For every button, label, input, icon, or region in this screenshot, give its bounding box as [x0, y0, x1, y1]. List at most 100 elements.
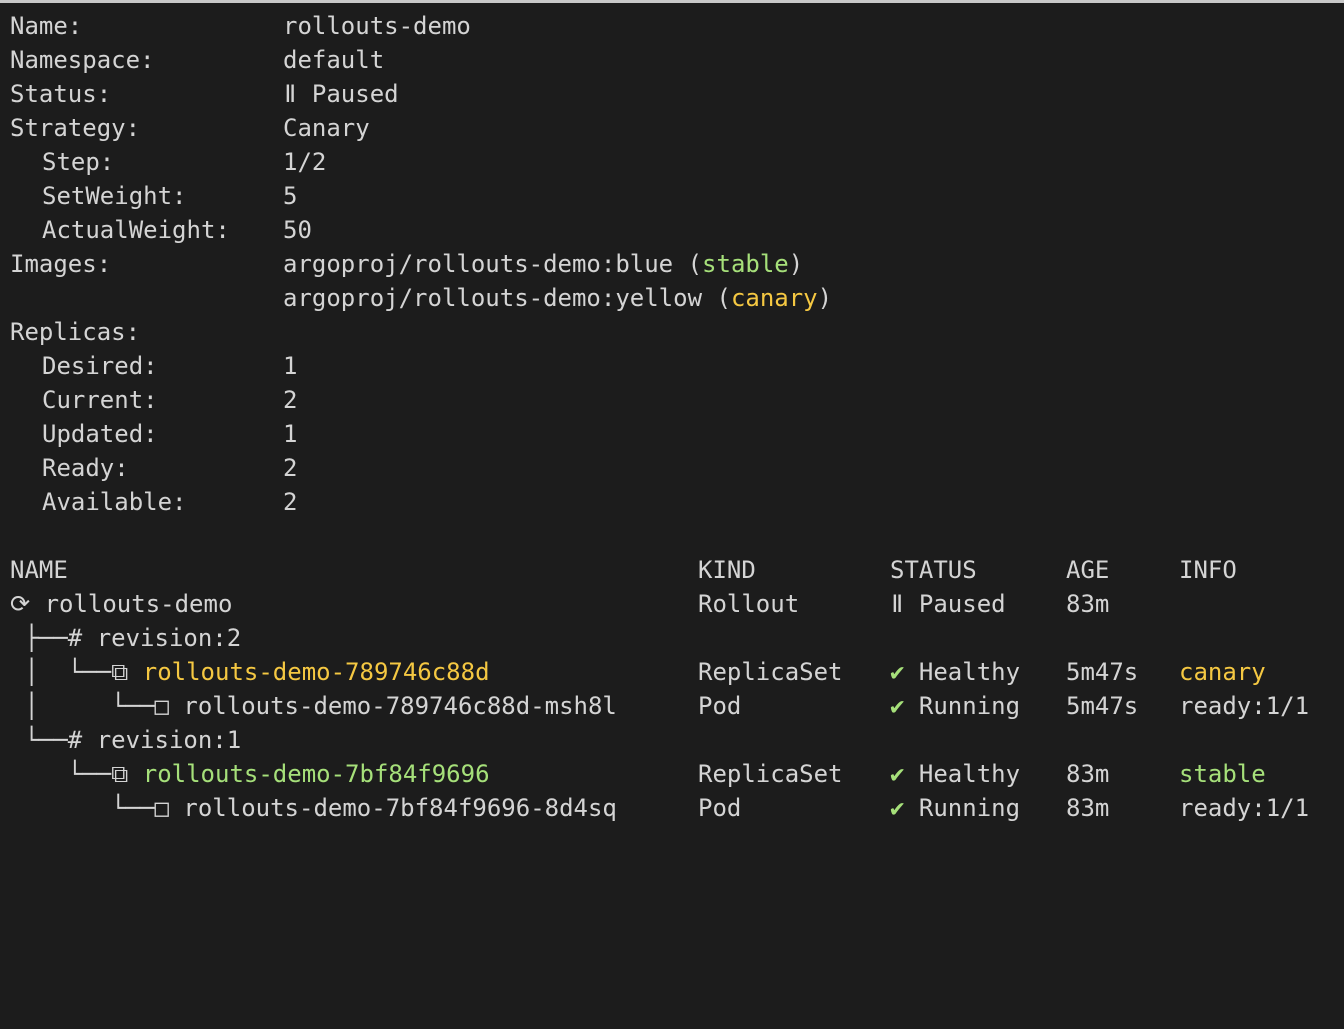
- replicas-updated-line: Updated: 1: [0, 417, 1344, 451]
- canary-image: argoproj/rollouts-demo:yellow (canary): [283, 284, 833, 312]
- table-row: ├──# revision:2: [0, 621, 1344, 655]
- namespace-value: default: [283, 46, 385, 74]
- actualweight-value: 50: [283, 216, 312, 244]
- pod-icon: □: [154, 794, 169, 822]
- updated-key: Updated:: [42, 420, 158, 448]
- row-name: revision:2: [96, 624, 242, 652]
- row-kind: ReplicaSet: [698, 658, 843, 686]
- tree-branch: └──: [10, 726, 68, 754]
- check-icon: ✔: [890, 658, 905, 686]
- row-name: rollouts-demo-7bf84f9696: [142, 760, 490, 788]
- tree-branch: │ └──: [10, 658, 112, 686]
- hash-icon: #: [67, 726, 83, 754]
- name-value: rollouts-demo: [283, 12, 471, 40]
- stable-tag: stable: [702, 250, 789, 278]
- row-name: revision:1: [96, 726, 242, 754]
- pause-icon: ǁ: [283, 80, 298, 108]
- header-kind: KIND: [698, 556, 756, 584]
- table-row: └──□ rollouts-demo-7bf84f9696-8d4sq Pod …: [0, 791, 1344, 825]
- row-age: 5m47s: [1066, 658, 1139, 686]
- summary-images-line-2: argoproj/rollouts-demo:yellow (canary): [0, 281, 1344, 315]
- strategy-value: Canary: [283, 114, 370, 142]
- pod-icon: □: [154, 692, 169, 720]
- table-row: │ └──⧉ rollouts-demo-789746c88d ReplicaS…: [0, 655, 1344, 689]
- rollout-icon: ⟳: [10, 590, 31, 618]
- summary-strategy-line: Strategy: Canary: [0, 111, 1344, 145]
- status-key: Status:: [10, 80, 112, 108]
- setweight-value: 5: [283, 182, 298, 210]
- row-name: rollouts-demo-7bf84f9696-8d4sq: [183, 794, 617, 822]
- desired-value: 1: [283, 352, 298, 380]
- status-value-group: ǁ Paused: [283, 77, 399, 111]
- row-info: ready:1/1: [1179, 692, 1310, 720]
- check-icon: ✔: [890, 794, 905, 822]
- row-kind: Pod: [698, 692, 742, 720]
- ready-key: Ready:: [42, 454, 129, 482]
- row-kind: Pod: [698, 794, 742, 822]
- summary-replicas-line: Replicas:: [0, 315, 1344, 349]
- table-row: └──# revision:1: [0, 723, 1344, 757]
- summary-namespace-line: Namespace: default: [0, 43, 1344, 77]
- summary-actualweight-line: ActualWeight: 50: [0, 213, 1344, 247]
- row-info: canary: [1179, 658, 1266, 686]
- tree-branch: └──: [10, 760, 112, 788]
- summary-status-line: Status: ǁ Paused: [0, 77, 1344, 111]
- stable-image-ref: argoproj/rollouts-demo:blue: [283, 250, 674, 278]
- summary-step-line: Step: 1/2: [0, 145, 1344, 179]
- summary-name-line: Name: rollouts-demo: [0, 9, 1344, 43]
- row-age: 83m: [1066, 760, 1110, 788]
- canary-image-ref: argoproj/rollouts-demo:yellow: [283, 284, 703, 312]
- hash-icon: #: [67, 624, 83, 652]
- header-info: INFO: [1179, 556, 1237, 584]
- current-value: 2: [283, 386, 298, 414]
- replicas-key: Replicas:: [10, 318, 141, 346]
- status-value: Paused: [311, 80, 399, 108]
- summary-setweight-line: SetWeight: 5: [0, 179, 1344, 213]
- step-value: 1/2: [283, 148, 327, 176]
- available-key: Available:: [42, 488, 187, 516]
- canary-tag: canary: [730, 284, 818, 312]
- tree-branch: ├──: [10, 624, 68, 652]
- updated-value: 1: [283, 420, 298, 448]
- current-key: Current:: [42, 386, 158, 414]
- replicas-desired-line: Desired: 1: [0, 349, 1344, 383]
- replicaset-icon: ⧉: [111, 658, 129, 686]
- row-kind: ReplicaSet: [698, 760, 843, 788]
- header-age: AGE: [1066, 556, 1110, 584]
- available-value: 2: [283, 488, 298, 516]
- replicas-ready-line: Ready: 2: [0, 451, 1344, 485]
- row-name: rollouts-demo: [44, 590, 233, 618]
- ready-value: 2: [283, 454, 298, 482]
- row-info: ready:1/1: [1179, 794, 1310, 822]
- row-kind: Rollout: [698, 590, 800, 618]
- replicas-available-line: Available: 2: [0, 485, 1344, 519]
- table-row: │ └──□ rollouts-demo-789746c88d-msh8l Po…: [0, 689, 1344, 723]
- header-name: NAME: [10, 556, 68, 584]
- row-status: Healthy: [918, 760, 1021, 788]
- images-key: Images:: [10, 250, 112, 278]
- row-age: 5m47s: [1066, 692, 1139, 720]
- table-row: ⟳ rollouts-demo Rollout ǁ Paused 83m: [0, 587, 1344, 621]
- desired-key: Desired:: [42, 352, 158, 380]
- table-header: NAME KIND STATUS AGE INFO: [0, 553, 1344, 587]
- actualweight-key: ActualWeight:: [42, 216, 230, 244]
- check-icon: ✔: [890, 760, 905, 788]
- header-status: STATUS: [890, 556, 977, 584]
- namespace-key: Namespace:: [10, 46, 155, 74]
- setweight-key: SetWeight:: [42, 182, 187, 210]
- pause-icon: ǁ: [890, 590, 905, 618]
- name-key: Name:: [10, 12, 83, 40]
- summary-images-line: Images: argoproj/rollouts-demo:blue (sta…: [0, 247, 1344, 281]
- row-age: 83m: [1066, 794, 1110, 822]
- row-name: rollouts-demo-789746c88d-msh8l: [183, 692, 617, 720]
- replicaset-icon: ⧉: [111, 760, 129, 788]
- table-row: └──⧉ rollouts-demo-7bf84f9696 ReplicaSet…: [0, 757, 1344, 791]
- check-icon: ✔: [890, 692, 905, 720]
- replicas-current-line: Current: 2: [0, 383, 1344, 417]
- strategy-key: Strategy:: [10, 114, 141, 142]
- tree-branch: │ └──: [10, 692, 155, 720]
- row-status: Running: [918, 794, 1021, 822]
- row-status: Healthy: [918, 658, 1021, 686]
- row-name: rollouts-demo-789746c88d: [142, 658, 490, 686]
- row-info: stable: [1179, 760, 1266, 788]
